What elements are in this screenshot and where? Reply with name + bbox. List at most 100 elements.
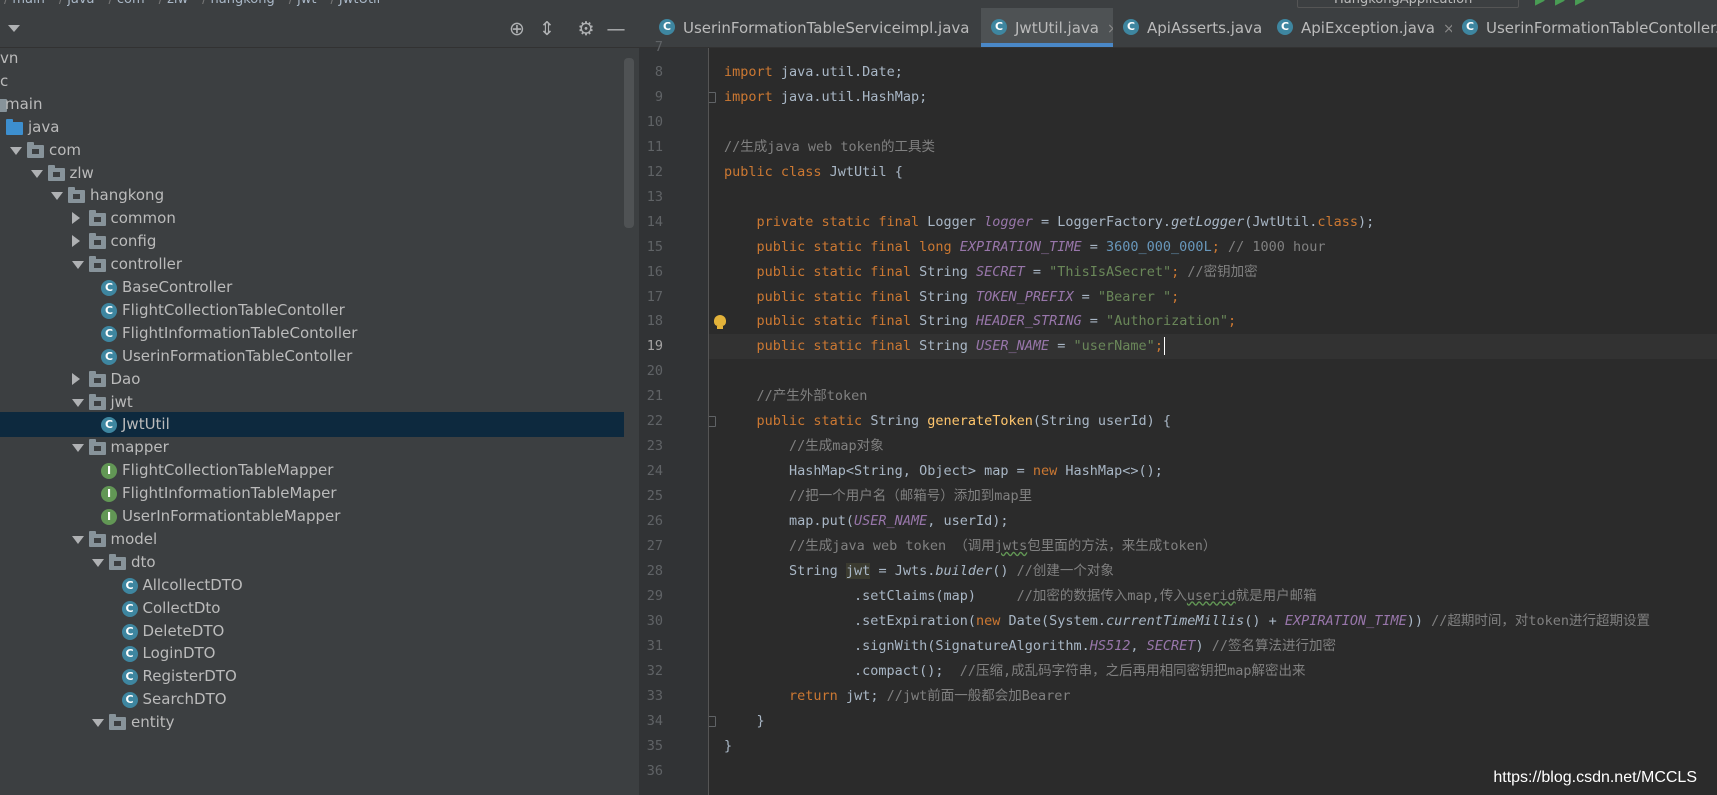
tree-item[interactable]: hangkong bbox=[0, 183, 624, 208]
tree-item[interactable]: common bbox=[0, 206, 624, 231]
tree-item[interactable]: model bbox=[0, 527, 624, 552]
minimize-icon[interactable]: — bbox=[605, 18, 627, 40]
tree-item[interactable]: C CollectDto bbox=[0, 596, 624, 621]
run-icons[interactable]: ▶▶▶ bbox=[1535, 0, 1595, 8]
expand-arrow-icon[interactable] bbox=[71, 535, 84, 544]
code-line[interactable]: //生成java web token的工具类 bbox=[709, 135, 1717, 160]
collapse-arrow-icon[interactable] bbox=[71, 372, 80, 385]
editor-tab[interactable]: CJwtUtil.java× bbox=[981, 8, 1113, 47]
tree-item[interactable]: com bbox=[0, 138, 624, 163]
code-line[interactable]: String jwt = Jwts.builder() //创建一个对象 bbox=[709, 559, 1717, 584]
gear-icon[interactable]: ⚙ bbox=[575, 18, 597, 40]
package-icon bbox=[68, 187, 85, 204]
tree-item[interactable]: entity bbox=[0, 710, 624, 735]
code-line[interactable]: .setExpiration(new Date(System.currentTi… bbox=[709, 609, 1717, 634]
tree-item[interactable]: jwt bbox=[0, 390, 624, 415]
code-line[interactable]: } bbox=[709, 709, 1717, 734]
code-line[interactable] bbox=[709, 48, 1717, 60]
expand-arrow-icon[interactable] bbox=[30, 169, 43, 178]
code-line[interactable]: //生成map对象 bbox=[709, 434, 1717, 459]
project-scrollbar[interactable] bbox=[624, 58, 634, 228]
breadcrumb-item[interactable]: hangkong bbox=[202, 0, 275, 7]
tree-item[interactable]: C LoginDTO bbox=[0, 641, 624, 666]
collapse-all-icon[interactable]: ⇕ bbox=[536, 18, 558, 40]
expand-arrow-icon[interactable] bbox=[71, 261, 84, 270]
breadcrumb-item[interactable]: JwtUtil bbox=[330, 0, 380, 7]
tree-item[interactable]: java bbox=[0, 115, 624, 140]
code-line[interactable]: public static final String SECRET = "Thi… bbox=[709, 260, 1717, 285]
breadcrumb-item[interactable]: java bbox=[59, 0, 95, 7]
tree-item[interactable]: controller bbox=[0, 252, 624, 277]
tree-item[interactable]: C AllcollectDTO bbox=[0, 573, 624, 598]
code-line[interactable]: public static final long EXPIRATION_TIME… bbox=[709, 235, 1717, 260]
tree-item[interactable]: zlw bbox=[0, 161, 624, 186]
tree-item[interactable]: C FlightCollectionTableContoller bbox=[0, 298, 624, 323]
code-line[interactable]: public static String generateToken(Strin… bbox=[709, 409, 1717, 434]
editor-tab[interactable]: CUserinFormationTableServiceimpl.java× bbox=[649, 8, 971, 47]
code-line[interactable]: } bbox=[709, 734, 1717, 759]
tree-item[interactable]: C JwtUtil bbox=[0, 412, 624, 438]
tree-item[interactable]: I UserInFormationtableMapper bbox=[0, 504, 624, 529]
tree-item[interactable]: main bbox=[0, 92, 624, 117]
tree-item[interactable]: I FlightInformationTableMaper bbox=[0, 481, 624, 506]
close-icon[interactable]: × bbox=[1443, 21, 1452, 37]
code-line[interactable]: return jwt; //jwt前面一般都会加Bearer bbox=[709, 684, 1717, 709]
code-line[interactable]: .compact(); //压缩,成乱码字符串，之后再用相同密钥把map解密出来 bbox=[709, 659, 1717, 684]
expand-arrow-icon[interactable] bbox=[10, 146, 22, 155]
tree-item[interactable]: dto bbox=[0, 550, 624, 575]
tree-item[interactable]: C RegisterDTO bbox=[0, 664, 624, 689]
tree-item[interactable]: config bbox=[0, 229, 624, 254]
run-config-select[interactable]: HangkongApplication bbox=[1297, 0, 1519, 8]
editor-tab[interactable]: CApiAsserts.java× bbox=[1113, 8, 1267, 47]
tree-item[interactable]: C SearchDTO bbox=[0, 687, 624, 712]
code-line[interactable]: HashMap<String, Object> map = new HashMa… bbox=[709, 459, 1717, 484]
code-area[interactable]: import java.util.Date; import java.util.H… bbox=[709, 48, 1717, 795]
tree-item[interactable]: c bbox=[0, 69, 624, 94]
code-line[interactable] bbox=[709, 359, 1717, 384]
project-tree[interactable]: vn c main java com zlw hangkong common config con… bbox=[0, 47, 624, 795]
collapse-arrow-icon[interactable] bbox=[71, 212, 80, 225]
tree-item[interactable]: mapper bbox=[0, 435, 624, 460]
tree-item[interactable]: C DeleteDTO bbox=[0, 619, 624, 644]
expand-arrow-icon[interactable] bbox=[71, 444, 84, 453]
breadcrumb-item[interactable]: jwt bbox=[289, 0, 317, 7]
line-gutter[interactable]: 7 8 9 10 11 12 13 14 15 16 17 18 19 20 21 22 23 24 25 26 27 2… bbox=[639, 39, 709, 795]
code-line[interactable]: public static final String HEADER_STRING… bbox=[709, 309, 1717, 334]
code-line[interactable]: import java.util.HashMap; bbox=[709, 85, 1717, 110]
tree-item[interactable]: Dao bbox=[0, 367, 624, 392]
expand-arrow-icon[interactable] bbox=[51, 192, 63, 201]
expand-arrow-icon[interactable] bbox=[92, 558, 104, 567]
editor-tab[interactable]: C ApiException.java × bbox=[1267, 8, 1452, 47]
package-icon bbox=[88, 256, 106, 273]
code-line[interactable] bbox=[709, 110, 1717, 135]
code-line[interactable]: private static final Logger logger = Log… bbox=[709, 210, 1717, 235]
code-line[interactable]: public class JwtUtil { bbox=[709, 160, 1717, 185]
breadcrumb-item[interactable]: com bbox=[109, 0, 145, 7]
code-line[interactable] bbox=[709, 185, 1717, 210]
expand-arrow-icon[interactable] bbox=[92, 719, 104, 728]
tree-item[interactable]: C UserinFormationTableContoller bbox=[0, 344, 624, 369]
code-line[interactable]: .setClaims(map) //加密的数据传入map,传入userid就是用… bbox=[709, 584, 1717, 609]
tree-item[interactable]: vn bbox=[0, 47, 624, 71]
editor-tab[interactable]: C UserinFormationTableContoller.java bbox=[1452, 8, 1717, 47]
expand-arrow-icon[interactable] bbox=[71, 398, 84, 407]
chevron-down-icon[interactable] bbox=[8, 25, 20, 32]
breadcrumb-item[interactable]: main bbox=[4, 0, 45, 7]
lightbulb-icon[interactable] bbox=[714, 315, 726, 330]
tree-item[interactable]: I FlightCollectionTableMapper bbox=[0, 458, 624, 483]
collapse-arrow-icon[interactable] bbox=[71, 235, 80, 248]
locate-icon[interactable]: ⊕ bbox=[506, 18, 528, 40]
code-line[interactable]: public static final String USER_NAME = "… bbox=[709, 334, 1717, 360]
code-line[interactable]: //生成java web token （调用jwts包里面的方法，来生成toke… bbox=[709, 534, 1717, 559]
code-line[interactable]: //产生外部token bbox=[709, 384, 1717, 409]
tree-item[interactable]: C BaseController bbox=[0, 275, 624, 300]
code-line[interactable]: .signWith(SignatureAlgorithm.HS512, SECR… bbox=[709, 634, 1717, 659]
code-line[interactable]: //把一个用户名（邮箱号）添加到map里 bbox=[709, 484, 1717, 509]
tree-item[interactable]: C FlightInformationTableContoller bbox=[0, 321, 624, 346]
code-line[interactable]: import java.util.Date; bbox=[709, 60, 1717, 85]
breadcrumb-item[interactable]: zlw bbox=[159, 0, 188, 7]
code-line[interactable]: public static final String TOKEN_PREFIX … bbox=[709, 285, 1717, 310]
code-line[interactable]: map.put(USER_NAME, userId); bbox=[709, 509, 1717, 534]
